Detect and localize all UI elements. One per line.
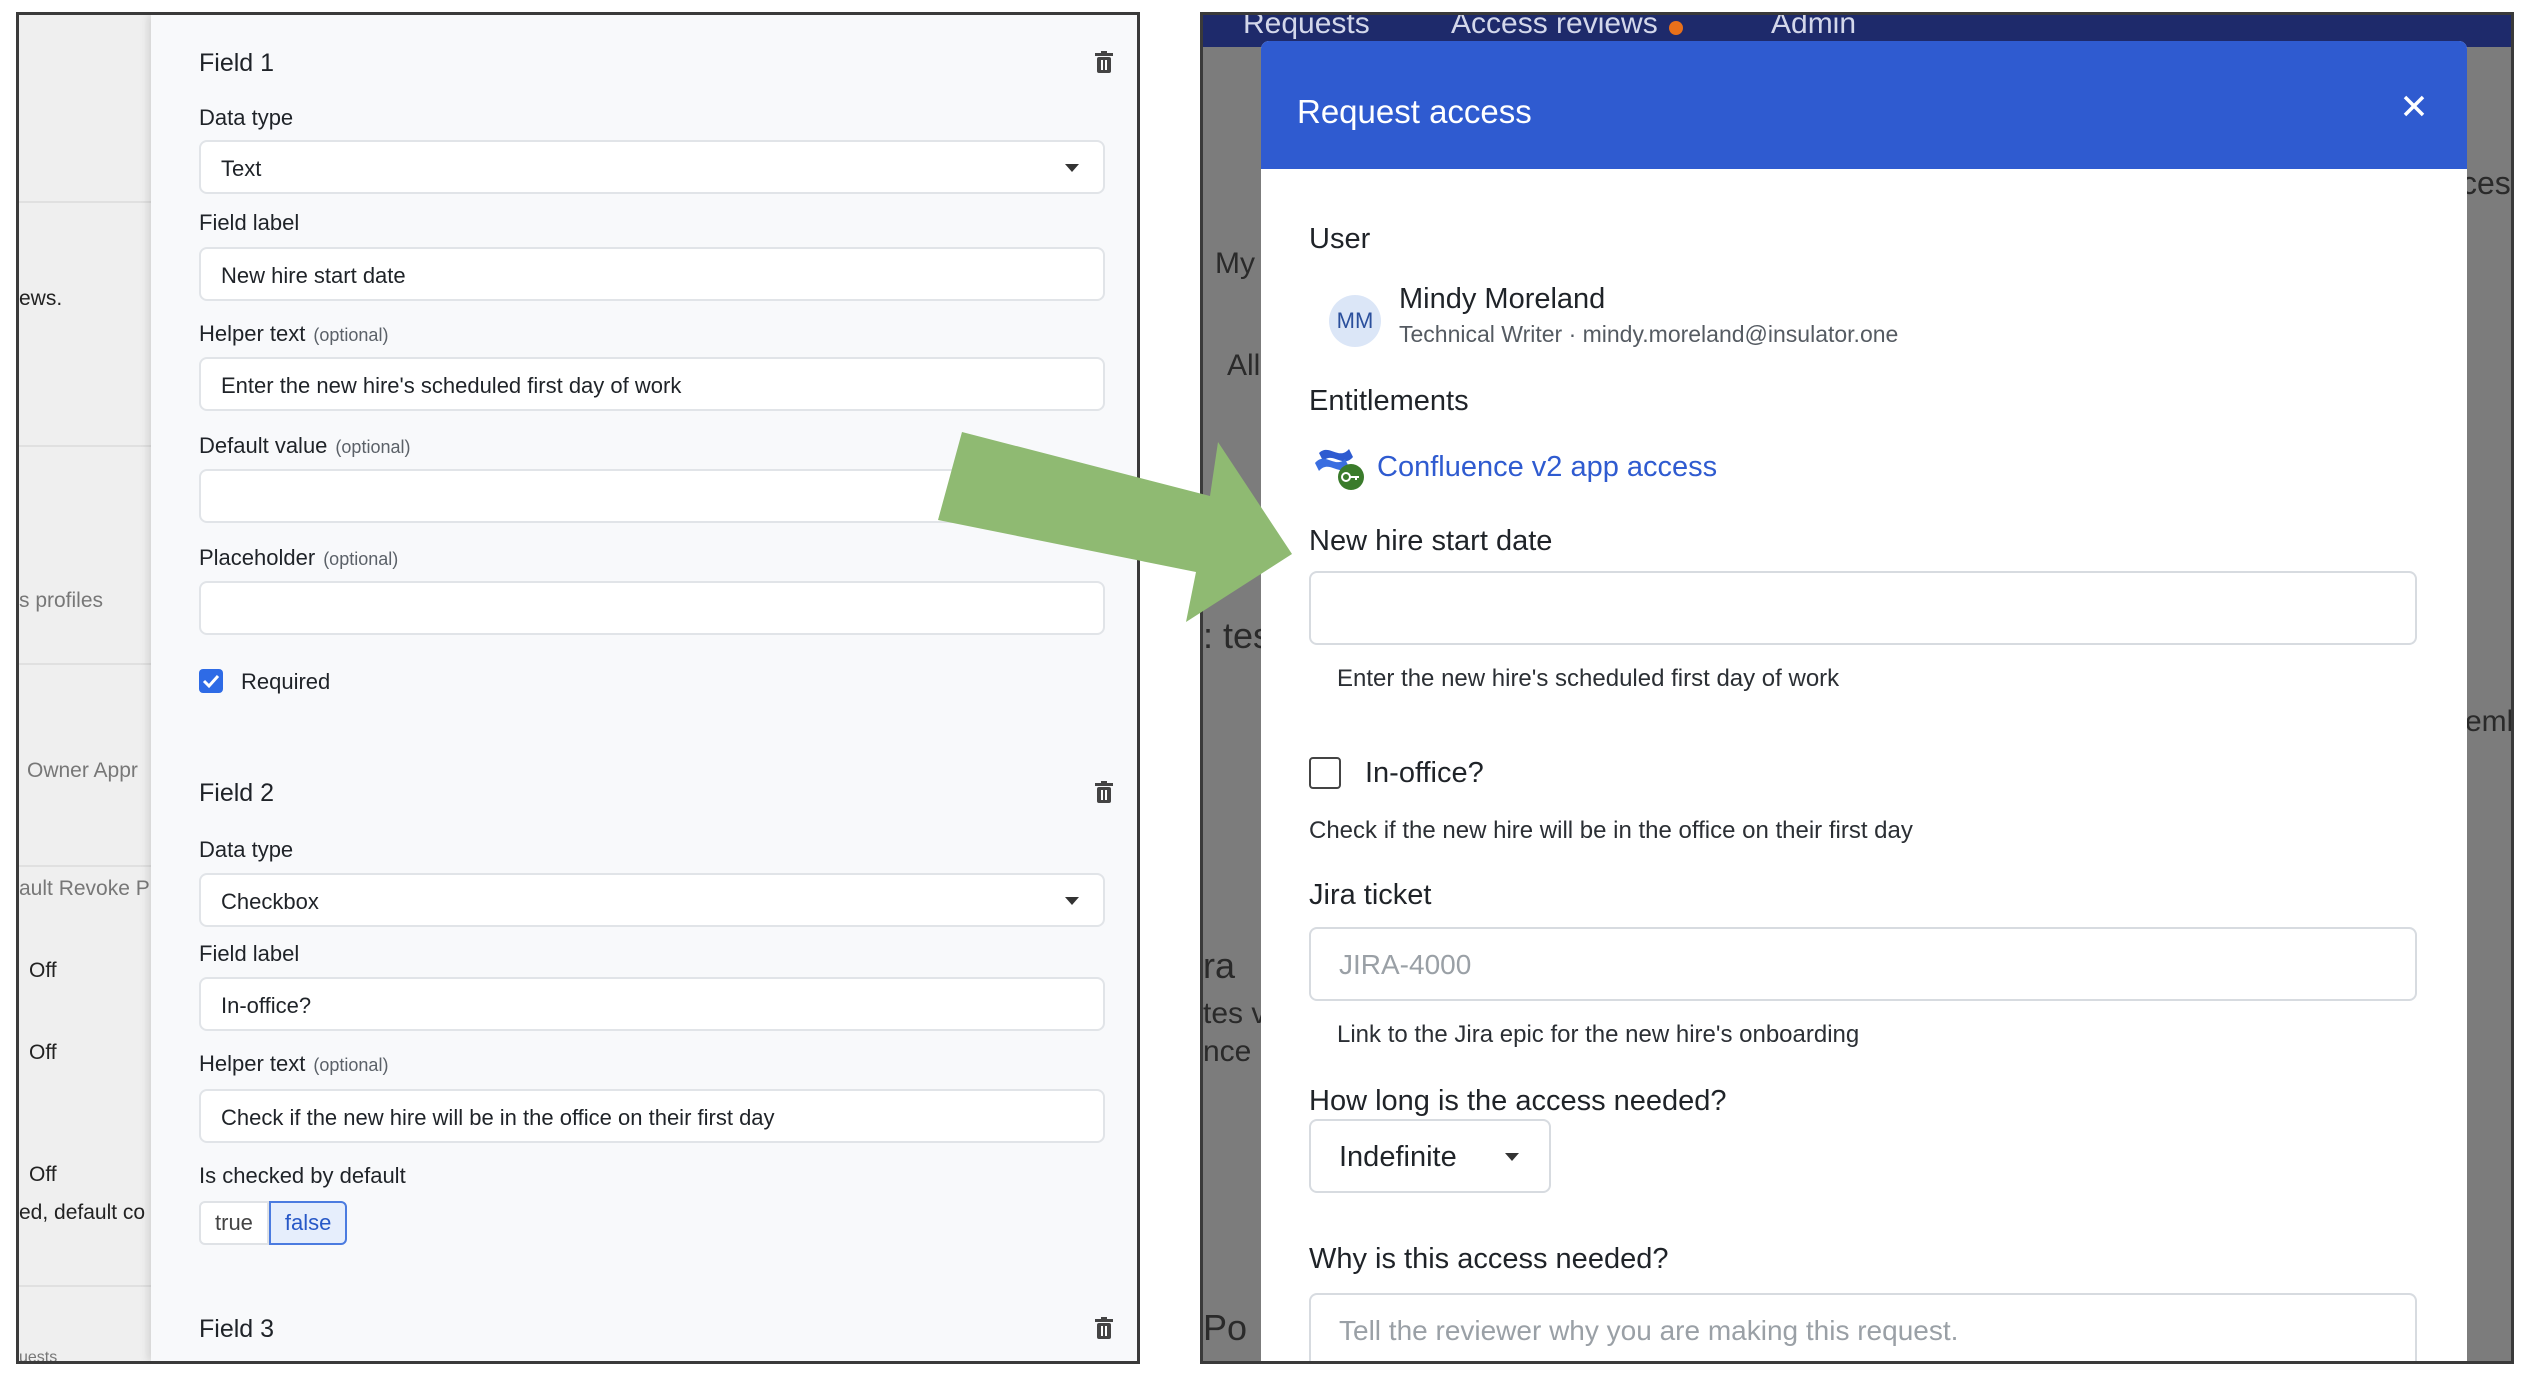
checked-default-label: Is checked by default	[199, 1163, 406, 1188]
reason-textarea[interactable]: Tell the reviewer why you are making thi…	[1309, 1293, 2417, 1361]
modal-header: Request access	[1261, 41, 2467, 169]
background-page	[19, 15, 153, 1361]
divider	[19, 201, 153, 203]
reason-label: Why is this access needed?	[1309, 1243, 1669, 1275]
data-type-label: Data type	[199, 837, 294, 862]
modal-title: Request access	[1297, 93, 1532, 130]
toggle-false[interactable]: false	[268, 1201, 348, 1245]
field-1-title: Field 1	[199, 49, 275, 77]
chevron-down-icon	[1505, 1153, 1519, 1161]
background-text: Po	[1203, 1307, 1248, 1348]
chevron-down-icon	[1065, 164, 1079, 172]
nav-admin[interactable]: Admin	[1771, 15, 1856, 41]
trash-icon[interactable]	[1093, 1317, 1115, 1341]
nav-requests[interactable]: Requests	[1243, 15, 1370, 41]
trash-icon[interactable]	[1093, 781, 1115, 805]
background-text: ault Revoke P	[19, 877, 150, 900]
background-text: My	[1215, 247, 1255, 280]
background-text: ra	[1203, 945, 1236, 986]
custom-fields-form: Field 1 Data type Text Field label New h…	[151, 15, 1137, 1361]
request-access-modal: Request access User MM Mindy Moreland Te…	[1261, 41, 2467, 1361]
field-label-value: In-office?	[221, 993, 312, 1018]
background-text: nce	[1203, 1035, 1252, 1068]
entitlement-link[interactable]: Confluence v2 app access	[1377, 451, 1717, 484]
in-office-label: In-office?	[1365, 757, 1484, 789]
field-label-label: Field label	[199, 210, 300, 235]
check-icon	[202, 674, 220, 689]
field-2-title: Field 2	[199, 779, 275, 807]
divider	[19, 663, 153, 665]
field-label-label: Field label	[199, 941, 300, 966]
placeholder-input[interactable]	[199, 581, 1105, 635]
duration-value: Indefinite	[1339, 1141, 1457, 1173]
start-date-label: New hire start date	[1309, 525, 1553, 557]
background-text: Off	[29, 959, 57, 982]
data-type-select[interactable]: Text	[199, 140, 1105, 194]
required-checkbox[interactable]	[199, 669, 223, 693]
nav-access-reviews[interactable]: Access reviews	[1451, 15, 1658, 41]
divider	[19, 445, 153, 447]
default-value-input[interactable]	[199, 469, 1105, 523]
field-3-title: Field 3	[199, 1315, 275, 1343]
data-type-label: Data type	[199, 105, 294, 130]
in-office-helper: Check if the new hire will be in the off…	[1309, 817, 1913, 844]
data-type-value: Checkbox	[221, 889, 319, 914]
duration-select[interactable]: Indefinite	[1309, 1119, 1551, 1193]
background-text: Off	[29, 1163, 57, 1186]
background-text: emb	[2465, 705, 2511, 738]
jira-placeholder: JIRA-4000	[1339, 949, 1472, 980]
user-label: User	[1309, 223, 1371, 255]
background-text: ces	[2461, 165, 2511, 201]
jira-helper: Link to the Jira epic for the new hire's…	[1337, 1021, 1860, 1048]
request-access-screenshot: Requests Access reviews Admin ces My All…	[1200, 12, 2514, 1364]
field-label-input[interactable]: In-office?	[199, 977, 1105, 1031]
default-value-label: Default value (optional)	[199, 433, 411, 458]
placeholder-label: Placeholder (optional)	[199, 545, 399, 570]
jira-label: Jira ticket	[1309, 879, 1432, 911]
required-label: Required	[241, 669, 331, 694]
duration-label: How long is the access needed?	[1309, 1085, 1727, 1117]
background-text: Off	[29, 1041, 57, 1064]
divider	[19, 1285, 153, 1287]
checked-default-toggle: true false	[199, 1201, 348, 1245]
config-panel-screenshot: ews. s profiles Owner Appr ault Revoke P…	[16, 12, 1140, 1364]
data-type-select[interactable]: Checkbox	[199, 873, 1105, 927]
close-icon[interactable]	[2401, 93, 2427, 119]
helper-text-input[interactable]: Check if the new hire will be in the off…	[199, 1089, 1105, 1143]
avatar: MM	[1329, 295, 1381, 347]
helper-text-value: Check if the new hire will be in the off…	[221, 1105, 775, 1130]
background-text: uests	[19, 1349, 58, 1364]
background-text: All	[1227, 349, 1261, 382]
data-type-value: Text	[221, 156, 262, 181]
confluence-icon	[1315, 449, 1364, 490]
user-name: Mindy Moreland	[1399, 283, 1606, 315]
background-text: tes v	[1203, 997, 1267, 1030]
toggle-true[interactable]: true	[199, 1201, 269, 1245]
divider	[19, 865, 153, 867]
chevron-down-icon	[1065, 897, 1079, 905]
background-text: ed, default co	[19, 1201, 146, 1224]
notification-dot-icon	[1669, 21, 1683, 35]
start-date-helper: Enter the new hire's scheduled first day…	[1337, 665, 1840, 692]
in-office-checkbox[interactable]	[1309, 757, 1341, 789]
helper-text-label: Helper text (optional)	[199, 321, 389, 346]
field-label-input[interactable]: New hire start date	[199, 247, 1105, 301]
entitlements-label: Entitlements	[1309, 385, 1469, 417]
background-text: s profiles	[19, 589, 104, 612]
background-text: ews.	[19, 287, 63, 310]
reason-placeholder: Tell the reviewer why you are making thi…	[1339, 1315, 1959, 1346]
start-date-input[interactable]	[1309, 571, 2417, 645]
helper-text-value: Enter the new hire's scheduled first day…	[221, 373, 682, 398]
field-label-value: New hire start date	[221, 263, 406, 288]
user-detail: Technical Writer · mindy.moreland@insula…	[1399, 321, 1899, 347]
trash-icon[interactable]	[1093, 51, 1115, 75]
background-text: Owner Appr	[27, 759, 138, 782]
jira-input[interactable]: JIRA-4000	[1309, 927, 2417, 1001]
helper-text-label: Helper text (optional)	[199, 1051, 389, 1076]
helper-text-input[interactable]: Enter the new hire's scheduled first day…	[199, 357, 1105, 411]
